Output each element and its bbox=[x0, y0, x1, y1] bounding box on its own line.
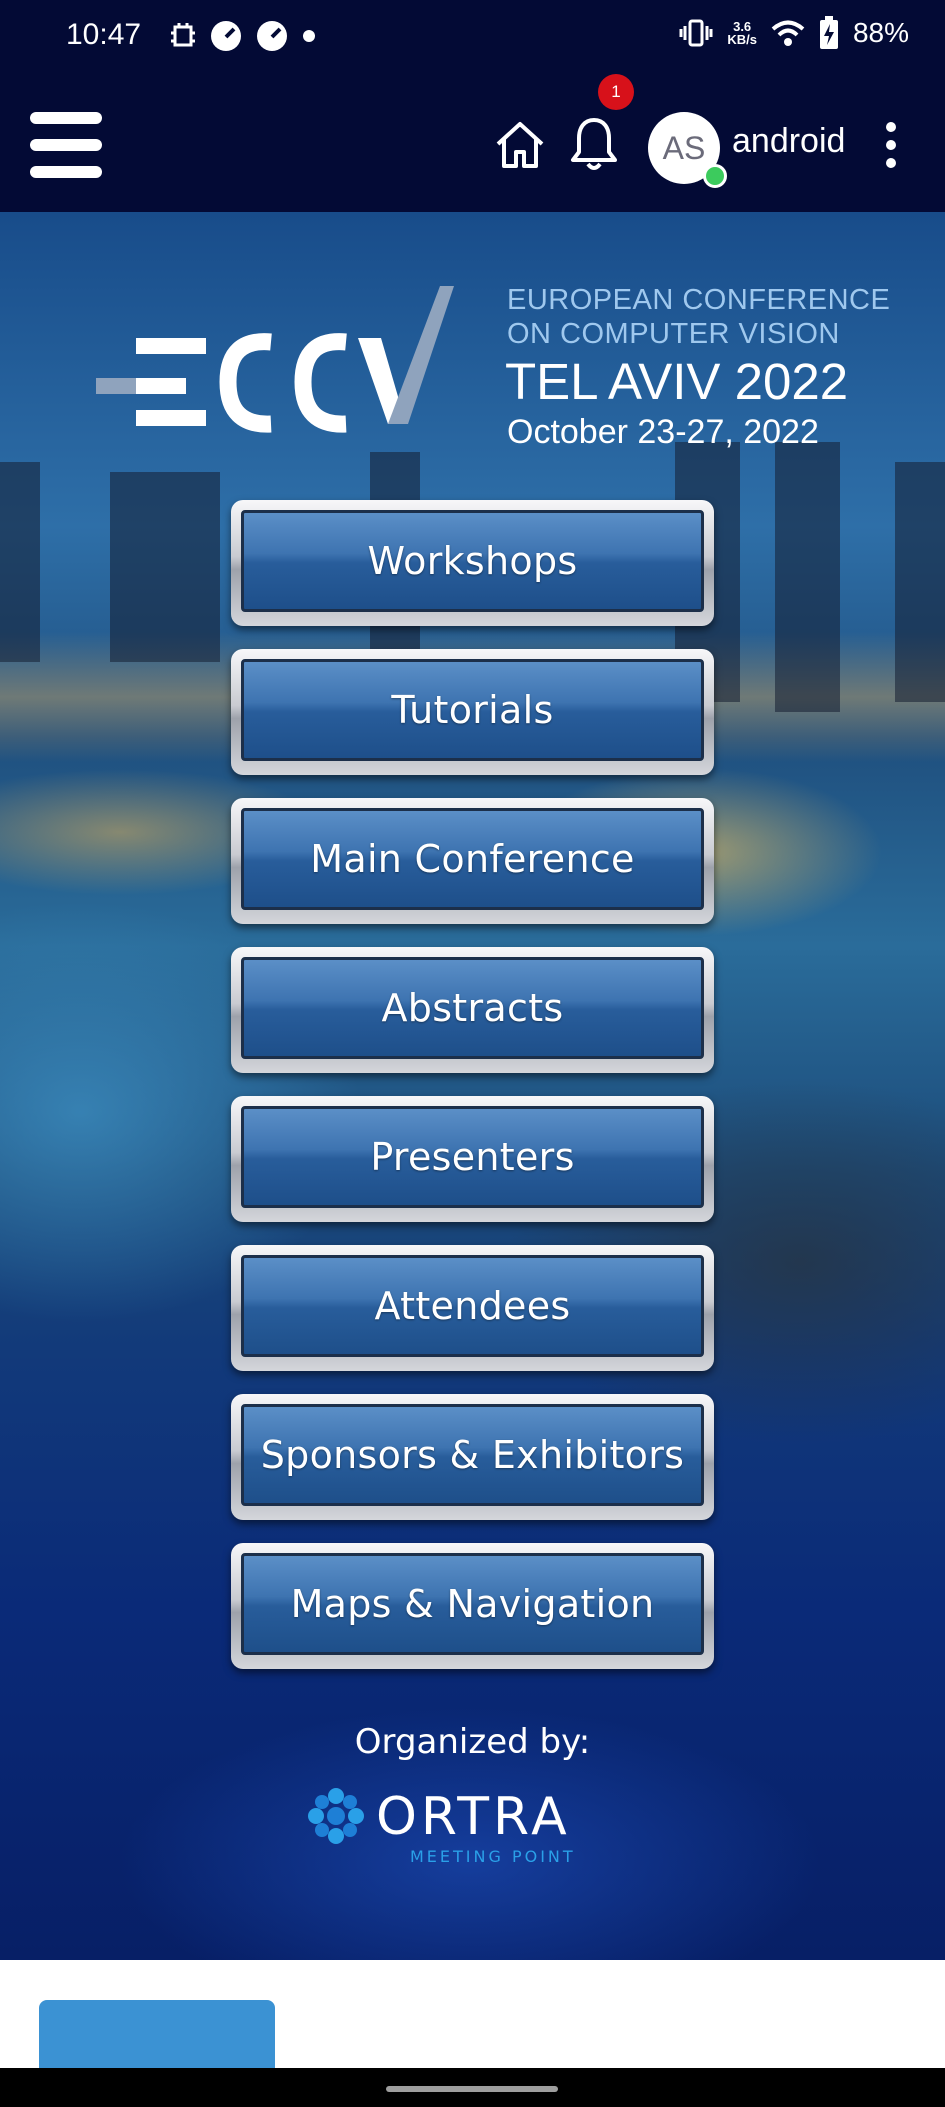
main-conference-button[interactable]: Main Conference bbox=[231, 798, 714, 924]
conference-name-line2: ON COMPUTER VISION bbox=[507, 318, 840, 350]
status-icons-left bbox=[170, 20, 316, 52]
net-speed-unit: KB/s bbox=[727, 32, 757, 47]
menu-button-label: Tutorials bbox=[391, 688, 554, 732]
online-status-dot bbox=[703, 164, 727, 188]
maps-navigation-button[interactable]: Maps & Navigation bbox=[231, 1543, 714, 1669]
menu-button-label: Presenters bbox=[370, 1135, 575, 1179]
presenters-button[interactable]: Presenters bbox=[231, 1096, 714, 1222]
building bbox=[775, 442, 840, 712]
vibrate-icon bbox=[679, 19, 713, 47]
workshops-button[interactable]: Workshops bbox=[231, 500, 714, 626]
net-speed: 3.6 KB/s bbox=[727, 20, 757, 46]
menu-button-label: Workshops bbox=[367, 539, 578, 583]
main-menu: Workshops Tutorials Main Conference Abst… bbox=[231, 500, 714, 1692]
menu-button-label: Abstracts bbox=[381, 986, 564, 1030]
home-icon[interactable] bbox=[492, 116, 548, 172]
menu-button-label: Maps & Navigation bbox=[290, 1582, 655, 1626]
bottom-panel bbox=[0, 1960, 945, 2068]
debug-icon bbox=[171, 23, 195, 47]
menu-button-label: Sponsors & Exhibitors bbox=[260, 1433, 685, 1477]
speedometer-icon bbox=[257, 21, 287, 51]
dot-icon bbox=[303, 30, 315, 42]
status-icons-right: 3.6 KB/s 88% bbox=[679, 16, 909, 50]
conference-name-line1: EUROPEAN CONFERENCE bbox=[507, 284, 891, 316]
organized-by-label: Organized by: bbox=[354, 1722, 591, 1762]
battery-charging-icon bbox=[819, 16, 838, 49]
more-options-icon[interactable] bbox=[878, 122, 904, 170]
speedometer-icon bbox=[211, 21, 241, 51]
status-time: 10:47 bbox=[66, 18, 142, 51]
building bbox=[110, 472, 220, 662]
username-label[interactable]: android bbox=[732, 122, 845, 161]
abstracts-button[interactable]: Abstracts bbox=[231, 947, 714, 1073]
sponsors-exhibitors-button[interactable]: Sponsors & Exhibitors bbox=[231, 1394, 714, 1520]
wifi-icon bbox=[771, 20, 805, 46]
home-gesture-handle[interactable] bbox=[386, 2086, 558, 2092]
attendees-button[interactable]: Attendees bbox=[231, 1245, 714, 1371]
system-navigation-bar bbox=[0, 2068, 945, 2107]
battery-percent: 88% bbox=[852, 17, 909, 48]
menu-button-label: Attendees bbox=[374, 1284, 571, 1328]
menu-button-label: Main Conference bbox=[310, 837, 635, 881]
ortra-tagline: MEETING POINT bbox=[410, 1847, 576, 1866]
status-bar: 10:47 3.6 KB/s 88% bbox=[0, 0, 945, 78]
tutorials-button[interactable]: Tutorials bbox=[231, 649, 714, 775]
hamburger-menu-button[interactable] bbox=[30, 112, 102, 178]
eccv-logo bbox=[96, 286, 454, 433]
notification-badge: 1 bbox=[598, 74, 634, 110]
hamburger-bar bbox=[30, 112, 102, 124]
ortra-name: ORTRA bbox=[376, 1787, 571, 1847]
conference-dates: October 23-27, 2022 bbox=[507, 413, 819, 451]
ortra-logo: ORTRA MEETING POINT bbox=[308, 1787, 576, 1866]
conference-city-year: TEL AVIV 2022 bbox=[505, 353, 849, 410]
building bbox=[895, 462, 945, 702]
bottom-tab-button[interactable] bbox=[39, 2000, 275, 2068]
bell-icon[interactable] bbox=[566, 114, 622, 174]
building bbox=[0, 462, 40, 662]
hamburger-bar bbox=[30, 166, 102, 178]
hamburger-bar bbox=[30, 139, 102, 151]
